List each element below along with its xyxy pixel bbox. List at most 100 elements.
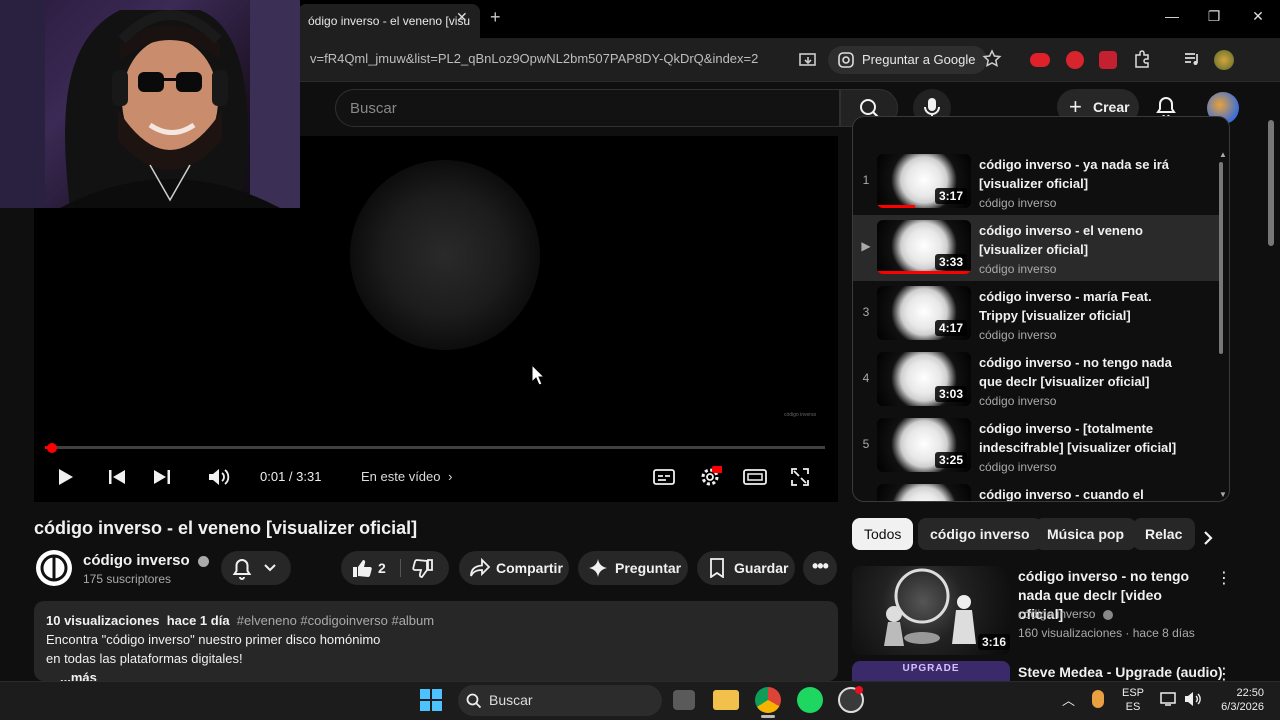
next-icon[interactable]	[152, 467, 172, 487]
scroll-down-icon[interactable]: ▼	[1219, 490, 1227, 499]
extensions-puzzle-icon[interactable]	[1132, 49, 1154, 71]
settings-gear-icon[interactable]	[698, 465, 722, 489]
fullscreen-icon[interactable]	[790, 467, 810, 487]
recommendation-thumbnail[interactable]: UPGRADE	[852, 661, 1010, 681]
profile-icon[interactable]	[1214, 50, 1234, 70]
extension-ai-icon[interactable]	[1099, 51, 1117, 69]
taskbar-search[interactable]: Buscar	[458, 685, 662, 716]
bookmark-icon	[708, 558, 726, 578]
share-button[interactable]: Compartir	[459, 551, 569, 585]
channel-name[interactable]: código inverso	[83, 552, 209, 569]
duration-badge: 4:17	[934, 320, 967, 336]
playlist-thumbnail: 3:03	[877, 352, 971, 406]
volume-icon[interactable]	[207, 466, 231, 488]
windows-start-icon[interactable]	[420, 689, 442, 711]
chapters-button[interactable]: En este vídeo ›	[361, 469, 452, 484]
subscribe-bell-button[interactable]	[221, 551, 291, 585]
playlist-index: 1	[862, 173, 870, 187]
chip-all[interactable]: Todos	[852, 518, 914, 550]
new-tab-icon[interactable]: +	[490, 7, 501, 28]
tab-close-icon[interactable]: ✕	[456, 9, 468, 26]
previous-icon[interactable]	[107, 467, 127, 487]
chevron-right-icon: ›	[448, 469, 453, 484]
channel-avatar[interactable]	[36, 550, 72, 586]
chip-channel[interactable]: código inverso	[918, 518, 1042, 550]
subtitles-icon[interactable]	[653, 467, 675, 487]
more-horizontal-icon: •••	[812, 556, 829, 576]
playlist-item-current[interactable]: ▶ 3:33 código inverso - el veneno [visua…	[853, 215, 1219, 281]
bookmark-star-icon[interactable]	[982, 49, 1004, 71]
create-label: Crear	[1093, 99, 1130, 115]
recommendation-channel-label: código inverso	[1018, 607, 1096, 621]
media-queue-icon[interactable]	[1182, 49, 1204, 71]
network-icon[interactable]	[1160, 691, 1178, 707]
playlist-item[interactable]: 5 3:25 código inverso - [totalmente inde…	[853, 413, 1219, 479]
playlist-thumbnail: 3:17	[877, 154, 971, 208]
scroll-up-icon[interactable]: ▲	[1219, 150, 1227, 159]
playlist-scrollbar[interactable]	[1219, 162, 1223, 354]
like-button[interactable]	[351, 558, 373, 578]
playlist-item[interactable]: 1 3:17 código inverso - ya nada se irá […	[853, 149, 1219, 215]
clock[interactable]: 22:50 6/3/2026	[1210, 686, 1264, 714]
playlist-item-channel: código inverso	[979, 328, 1057, 342]
chip-related[interactable]: Relac	[1133, 518, 1195, 550]
chevron-right-icon[interactable]	[1200, 529, 1216, 547]
duration-badge: 3:25	[934, 452, 967, 468]
description-line: Encontra "código inverso" nuestro primer…	[46, 632, 381, 647]
playlist-thumbnail: 4:17	[877, 286, 971, 340]
theater-mode-icon[interactable]	[743, 467, 767, 487]
file-explorer-icon[interactable]	[713, 690, 739, 710]
language-indicator[interactable]: ESP ES	[1122, 686, 1144, 714]
extension-red-icon[interactable]	[1030, 53, 1050, 67]
subscriber-count: 175 suscriptores	[83, 572, 172, 586]
ask-label: Preguntar	[615, 560, 682, 576]
duration-badge: 3:33	[934, 254, 967, 270]
hashtags[interactable]: #elveneno #codigoinverso #album	[237, 613, 434, 628]
maximize-icon[interactable]: ❐	[1199, 8, 1229, 25]
spotify-icon[interactable]	[797, 687, 823, 713]
ask-button[interactable]: Preguntar	[578, 551, 688, 585]
share-icon	[469, 558, 491, 578]
play-icon[interactable]	[55, 467, 75, 487]
microphone-icon[interactable]	[1092, 690, 1104, 708]
playlist-item[interactable]: 4 3:03 código inverso - no tengo nada qu…	[853, 347, 1219, 413]
install-app-icon[interactable]	[797, 49, 819, 71]
speaker-icon[interactable]	[1184, 691, 1202, 707]
window-close-icon[interactable]: ✕	[1243, 8, 1273, 25]
search-icon	[466, 693, 482, 709]
extension-badge-icon[interactable]	[1066, 51, 1084, 69]
progress-bar[interactable]	[45, 446, 825, 449]
chevron-up-icon[interactable]: ︿	[1062, 690, 1075, 709]
duration-badge: 3:16	[978, 634, 1011, 650]
taskbar-search-label: Buscar	[489, 692, 533, 708]
playlist-item-title: código inverso - el veneno [visualizer o…	[979, 223, 1143, 257]
page-scrollbar[interactable]	[1268, 120, 1274, 246]
time-display: 0:01 / 3:31	[260, 469, 322, 484]
more-vertical-icon[interactable]: ⋮	[1216, 568, 1232, 588]
scrubber-handle[interactable]	[47, 443, 57, 453]
video-frame-disc	[350, 160, 540, 350]
minimize-icon[interactable]: —	[1157, 8, 1187, 24]
view-count: 10 visualizaciones	[46, 613, 160, 628]
chrome-icon[interactable]	[755, 687, 781, 713]
duration-badge: 3:17	[934, 188, 967, 204]
playlist-item-title: código inverso - no tengo nada que decIr…	[979, 355, 1172, 389]
dislike-icon[interactable]	[412, 559, 434, 579]
recommendation-title[interactable]: Steve Medea - Upgrade (audio)	[1018, 664, 1223, 680]
chip-pop[interactable]: Música pop	[1035, 518, 1137, 550]
clock-time: 22:50	[1236, 687, 1264, 699]
playlist-item-channel: código inverso	[979, 196, 1057, 210]
active-app-indicator	[761, 715, 775, 718]
address-bar[interactable]: v=fR4Qml_jmuw&list=PL2_qBnLoz9OpwNL2bm50…	[310, 51, 758, 66]
save-button[interactable]: Guardar	[697, 551, 795, 585]
playlist-item-channel: código inverso	[979, 262, 1057, 276]
browser-tab[interactable]: ódigo inverso - el veneno [visu	[298, 4, 480, 38]
task-view-icon[interactable]	[673, 690, 695, 710]
playlist-item[interactable]: código inverso - cuando el	[853, 479, 1219, 501]
playlist-item-title: código inverso - maría Feat. Trippy [vis…	[979, 289, 1152, 323]
playlist-panel: 1 3:17 código inverso - ya nada se irá […	[852, 116, 1230, 502]
playlist-item[interactable]: 3 4:17 código inverso - maría Feat. Trip…	[853, 281, 1219, 347]
search-input[interactable]: Buscar	[335, 89, 840, 127]
more-actions-button[interactable]: •••	[803, 551, 837, 585]
ask-google-button[interactable]: Preguntar a Google	[828, 46, 988, 74]
